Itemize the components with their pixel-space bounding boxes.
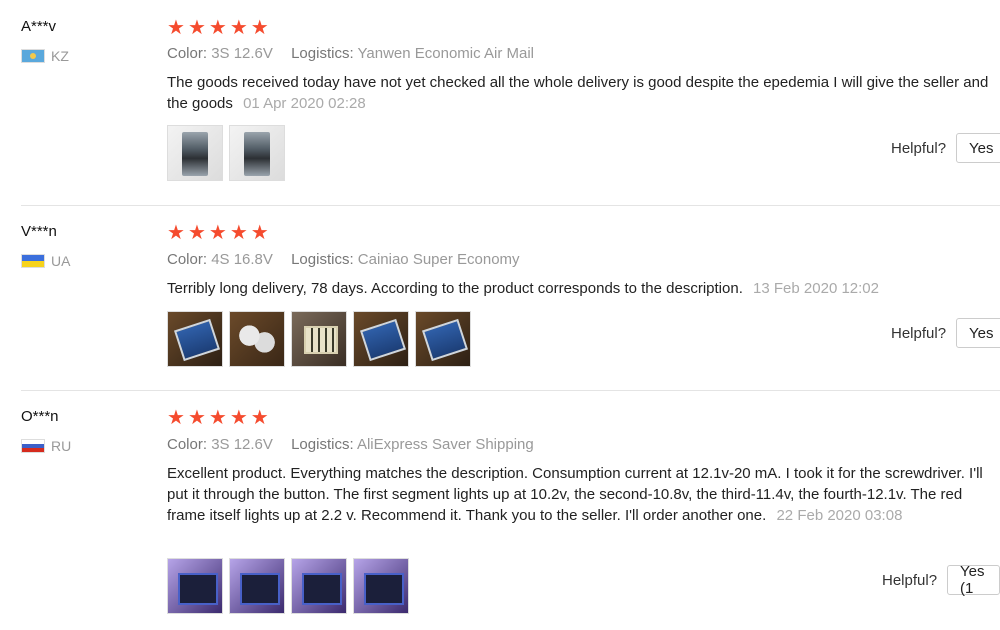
rating-stars: ★ ★ ★ ★ ★: [167, 18, 269, 38]
country-code: UA: [51, 253, 71, 269]
star-icon: ★: [250, 407, 269, 429]
review-photo[interactable]: [167, 311, 223, 367]
review-text: Excellent product. Everything matches th…: [167, 463, 997, 526]
star-icon: ★: [187, 222, 206, 244]
star-icon: ★: [167, 17, 185, 39]
reviewer-name: O***n: [21, 408, 59, 425]
star-icon: ★: [229, 17, 248, 39]
russia-flag-icon: [21, 439, 45, 453]
review-photo[interactable]: [415, 311, 471, 367]
country-code: KZ: [51, 48, 69, 64]
logistics-label: Logistics:: [291, 436, 354, 453]
logistics-value: Cainiao Super Economy: [357, 251, 520, 268]
star-icon: ★: [250, 17, 269, 39]
star-icon: ★: [208, 407, 227, 429]
star-icon: ★: [208, 17, 227, 39]
review-photo[interactable]: [353, 311, 409, 367]
helpful-section: Helpful? Yes (1: [882, 563, 1000, 597]
order-info: Color: 3S 12.6V Logistics: Yanwen Econom…: [167, 45, 534, 62]
star-icon: ★: [187, 17, 206, 39]
star-icon: ★: [229, 222, 248, 244]
reviewer-country: KZ: [21, 48, 69, 64]
rating-stars: ★ ★ ★ ★ ★: [167, 223, 269, 243]
order-info: Color: 3S 12.6V Logistics: AliExpress Sa…: [167, 436, 534, 453]
helpful-yes-button[interactable]: Yes: [956, 133, 1000, 163]
color-label: Color:: [167, 45, 208, 62]
review-date: 13 Feb 2020 12:02: [753, 280, 879, 297]
color-value: 4S 16.8V: [211, 251, 273, 268]
review-body: Terribly long delivery, 78 days. Accordi…: [167, 280, 743, 297]
review-photo[interactable]: [229, 125, 285, 181]
reviewer-country: UA: [21, 253, 70, 269]
reviewer-name: V***n: [21, 223, 57, 240]
review-photo[interactable]: [167, 558, 223, 614]
logistics-value: AliExpress Saver Shipping: [356, 436, 534, 453]
review-photo[interactable]: [291, 558, 347, 614]
review-divider: [21, 205, 1000, 206]
country-code: RU: [51, 438, 72, 454]
review-photo[interactable]: [229, 558, 285, 614]
star-icon: ★: [229, 407, 248, 429]
review-text: The goods received today have not yet ch…: [167, 72, 1000, 114]
color-value: 3S 12.6V: [211, 45, 273, 62]
rating-stars: ★ ★ ★ ★ ★: [167, 408, 269, 428]
review-date: 01 Apr 2020 02:28: [243, 95, 366, 112]
ukraine-flag-icon: [21, 254, 45, 268]
color-label: Color:: [167, 436, 208, 453]
color-label: Color:: [167, 251, 208, 268]
order-info: Color: 4S 16.8V Logistics: Cainiao Super…: [167, 251, 520, 268]
review-photos: [167, 311, 471, 367]
review-photos: [167, 558, 409, 614]
star-icon: ★: [167, 407, 185, 429]
helpful-yes-button[interactable]: Yes: [956, 318, 1000, 348]
review-divider: [21, 390, 1000, 391]
reviewer-country: RU: [21, 438, 71, 454]
logistics-label: Logistics:: [291, 45, 354, 62]
helpful-yes-button[interactable]: Yes (1: [947, 563, 1000, 597]
helpful-label: Helpful?: [882, 571, 938, 589]
logistics-value: Yanwen Economic Air Mail: [357, 45, 534, 62]
review-date: 22 Feb 2020 03:08: [776, 507, 903, 524]
review-photo[interactable]: [353, 558, 409, 614]
star-icon: ★: [208, 222, 227, 244]
helpful-section: Helpful? Yes: [891, 318, 1000, 348]
review-photos: [167, 125, 285, 181]
color-value: 3S 12.6V: [211, 436, 273, 453]
review-photo[interactable]: [291, 311, 347, 367]
reviewer-name: A***v: [21, 18, 57, 35]
star-icon: ★: [187, 407, 206, 429]
star-icon: ★: [167, 222, 185, 244]
review-text: Terribly long delivery, 78 days. Accordi…: [167, 278, 1000, 299]
review-photo[interactable]: [167, 125, 223, 181]
review-photo[interactable]: [229, 311, 285, 367]
helpful-label: Helpful?: [891, 324, 947, 342]
kazakhstan-flag-icon: [21, 49, 45, 63]
logistics-label: Logistics:: [291, 251, 354, 268]
helpful-section: Helpful? Yes: [891, 133, 1000, 163]
helpful-label: Helpful?: [891, 139, 947, 157]
star-icon: ★: [250, 222, 269, 244]
